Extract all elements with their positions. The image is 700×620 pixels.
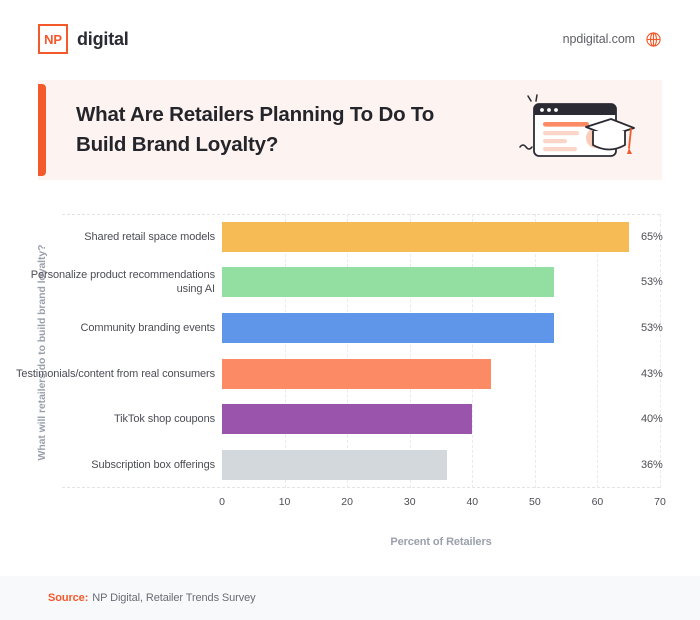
- x-tick-label: 50: [529, 496, 541, 508]
- site-url-label: npdigital.com: [562, 32, 635, 46]
- bar-category-label: Shared retail space models: [84, 230, 215, 243]
- bar-row: TikTok shop coupons 40%: [0, 397, 700, 443]
- x-tick-label: 40: [466, 496, 479, 508]
- bar-row: Testimonials/content from real consumers…: [0, 351, 700, 397]
- bar-row: Subscription box offerings 36%: [0, 442, 700, 488]
- bar-value-label: 43%: [641, 367, 663, 380]
- bar-value-label: 40%: [641, 413, 663, 426]
- x-tick-label: 60: [591, 496, 604, 508]
- page-header: NP digital npdigital.com: [0, 0, 700, 78]
- bar-row: Shared retail space models 65%: [0, 214, 700, 260]
- bar-chart: What will retailers do to build brand lo…: [0, 200, 700, 560]
- x-tick-label: 10: [278, 496, 291, 508]
- bar: [222, 358, 492, 389]
- bar-value-label: 36%: [641, 459, 663, 472]
- bar-rows: Shared retail space models 65% Personalize…: [0, 214, 700, 488]
- bar-row: Personalize product recommendations usin…: [0, 260, 700, 306]
- x-axis-title: Percent of Retailers: [390, 536, 492, 548]
- globe-icon: [645, 31, 662, 48]
- bar: [222, 267, 554, 298]
- browser-window-graduation-cap-icon: [510, 86, 640, 174]
- bar-category-label: TikTok shop coupons: [113, 413, 215, 426]
- bar-category-label: Testimonials/content from real consumers: [16, 367, 215, 380]
- brand-logo: NP digital: [38, 24, 129, 54]
- bar-value-label: 53%: [641, 322, 663, 335]
- bar-category-label: Community branding events: [80, 322, 216, 335]
- bar-value-label: 65%: [641, 230, 663, 243]
- bar: [222, 404, 473, 435]
- x-tick-label: 30: [403, 496, 416, 508]
- x-tick-label: 20: [341, 496, 353, 508]
- source-text: NP Digital, Retailer Trends Survey: [92, 592, 256, 604]
- x-tick-label: 70: [654, 496, 666, 508]
- source-label: Source:: [48, 592, 89, 604]
- bar-row: Community branding events 53%: [0, 305, 700, 351]
- np-logo-mark: NP: [38, 24, 68, 54]
- bar: [222, 313, 554, 344]
- np-logo-word: digital: [77, 28, 129, 49]
- bar-category-label: Personalize product recommendations usin…: [30, 269, 215, 296]
- banner-accent-bar: [38, 84, 46, 176]
- title-banner: What Are Retailers Planning To Do To Bui…: [38, 80, 662, 180]
- x-axis-ticks: 0 10 20 30 40 50 60 70: [0, 496, 700, 512]
- site-url-group: npdigital.com: [563, 31, 662, 48]
- bar-category-label: Subscription box offerings: [91, 459, 215, 472]
- footer: Source: NP Digital, Retailer Trends Surv…: [0, 576, 700, 620]
- page-title: What Are Retailers Planning To Do To Bui…: [76, 103, 435, 156]
- bar: [222, 450, 448, 481]
- bar: [222, 221, 629, 252]
- bar-value-label: 53%: [641, 276, 663, 289]
- x-tick-label: 0: [219, 496, 225, 508]
